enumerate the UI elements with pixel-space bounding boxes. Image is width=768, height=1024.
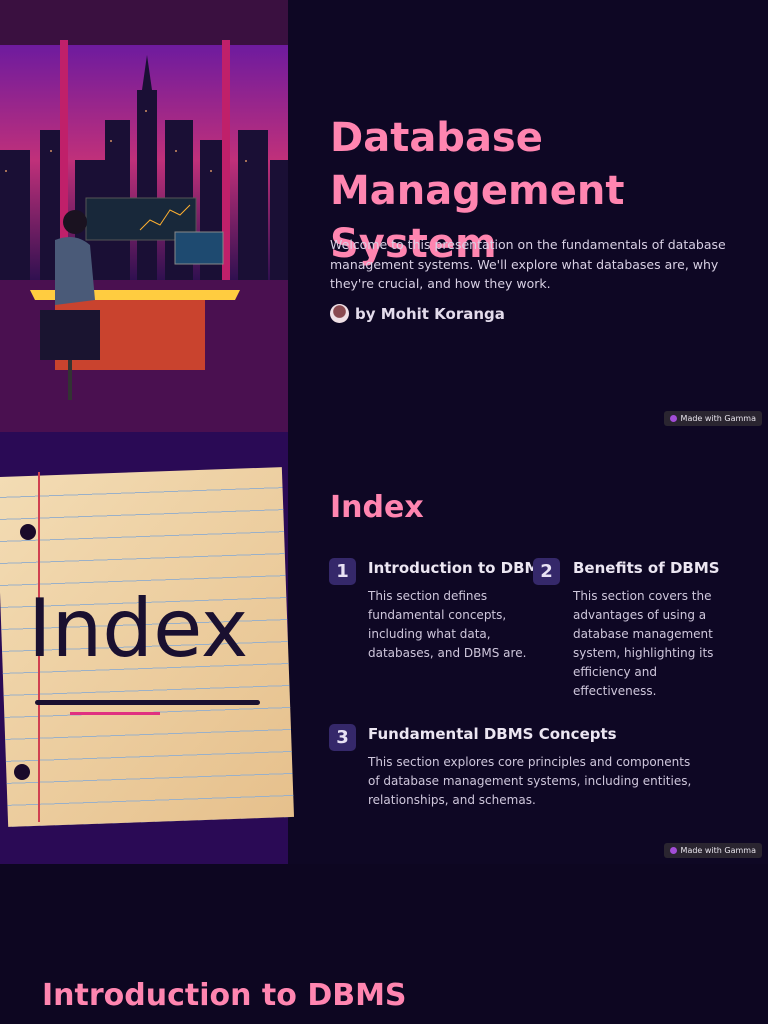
made-with-gamma-badge[interactable]: Made with Gamma <box>663 411 762 426</box>
gamma-logo-icon <box>669 415 677 422</box>
item-heading: Benefits of DBMS <box>573 559 720 577</box>
slide-title: Database Management System Welcome to th… <box>0 0 768 432</box>
item-heading: Introduction to DBMS <box>368 559 551 577</box>
item-number: 1 <box>329 558 356 585</box>
index-title: Index <box>330 490 424 525</box>
index-image-text: Index <box>28 582 249 675</box>
gamma-logo-icon <box>669 847 677 854</box>
author: by Mohit Koranga <box>330 304 505 323</box>
item-text: This section covers the advantages of us… <box>573 589 714 698</box>
avatar <box>330 304 349 323</box>
slide-introduction: Introduction to DBMS <box>0 864 768 1024</box>
item-number: 3 <box>329 724 356 751</box>
slide-index: Index Index 1 Introduction to DBMS This … <box>0 432 768 864</box>
office-cityscape-image <box>0 0 288 432</box>
badge-label: Made with Gamma <box>680 846 756 855</box>
item-text: This section defines fundamental concept… <box>368 589 527 660</box>
section-title: Introduction to DBMS <box>42 978 407 1013</box>
item-text: This section explores core principles an… <box>368 755 692 807</box>
intro-text: Welcome to this presentation on the fund… <box>330 237 726 291</box>
made-with-gamma-badge[interactable]: Made with Gamma <box>663 843 762 858</box>
badge-label: Made with Gamma <box>680 414 756 423</box>
index-paper-image: Index <box>0 432 295 864</box>
author-name: by Mohit Koranga <box>355 304 505 323</box>
title-line: Database <box>330 115 543 161</box>
item-number: 2 <box>533 558 560 585</box>
item-heading: Fundamental DBMS Concepts <box>368 725 617 743</box>
title-line: Management <box>330 168 625 214</box>
